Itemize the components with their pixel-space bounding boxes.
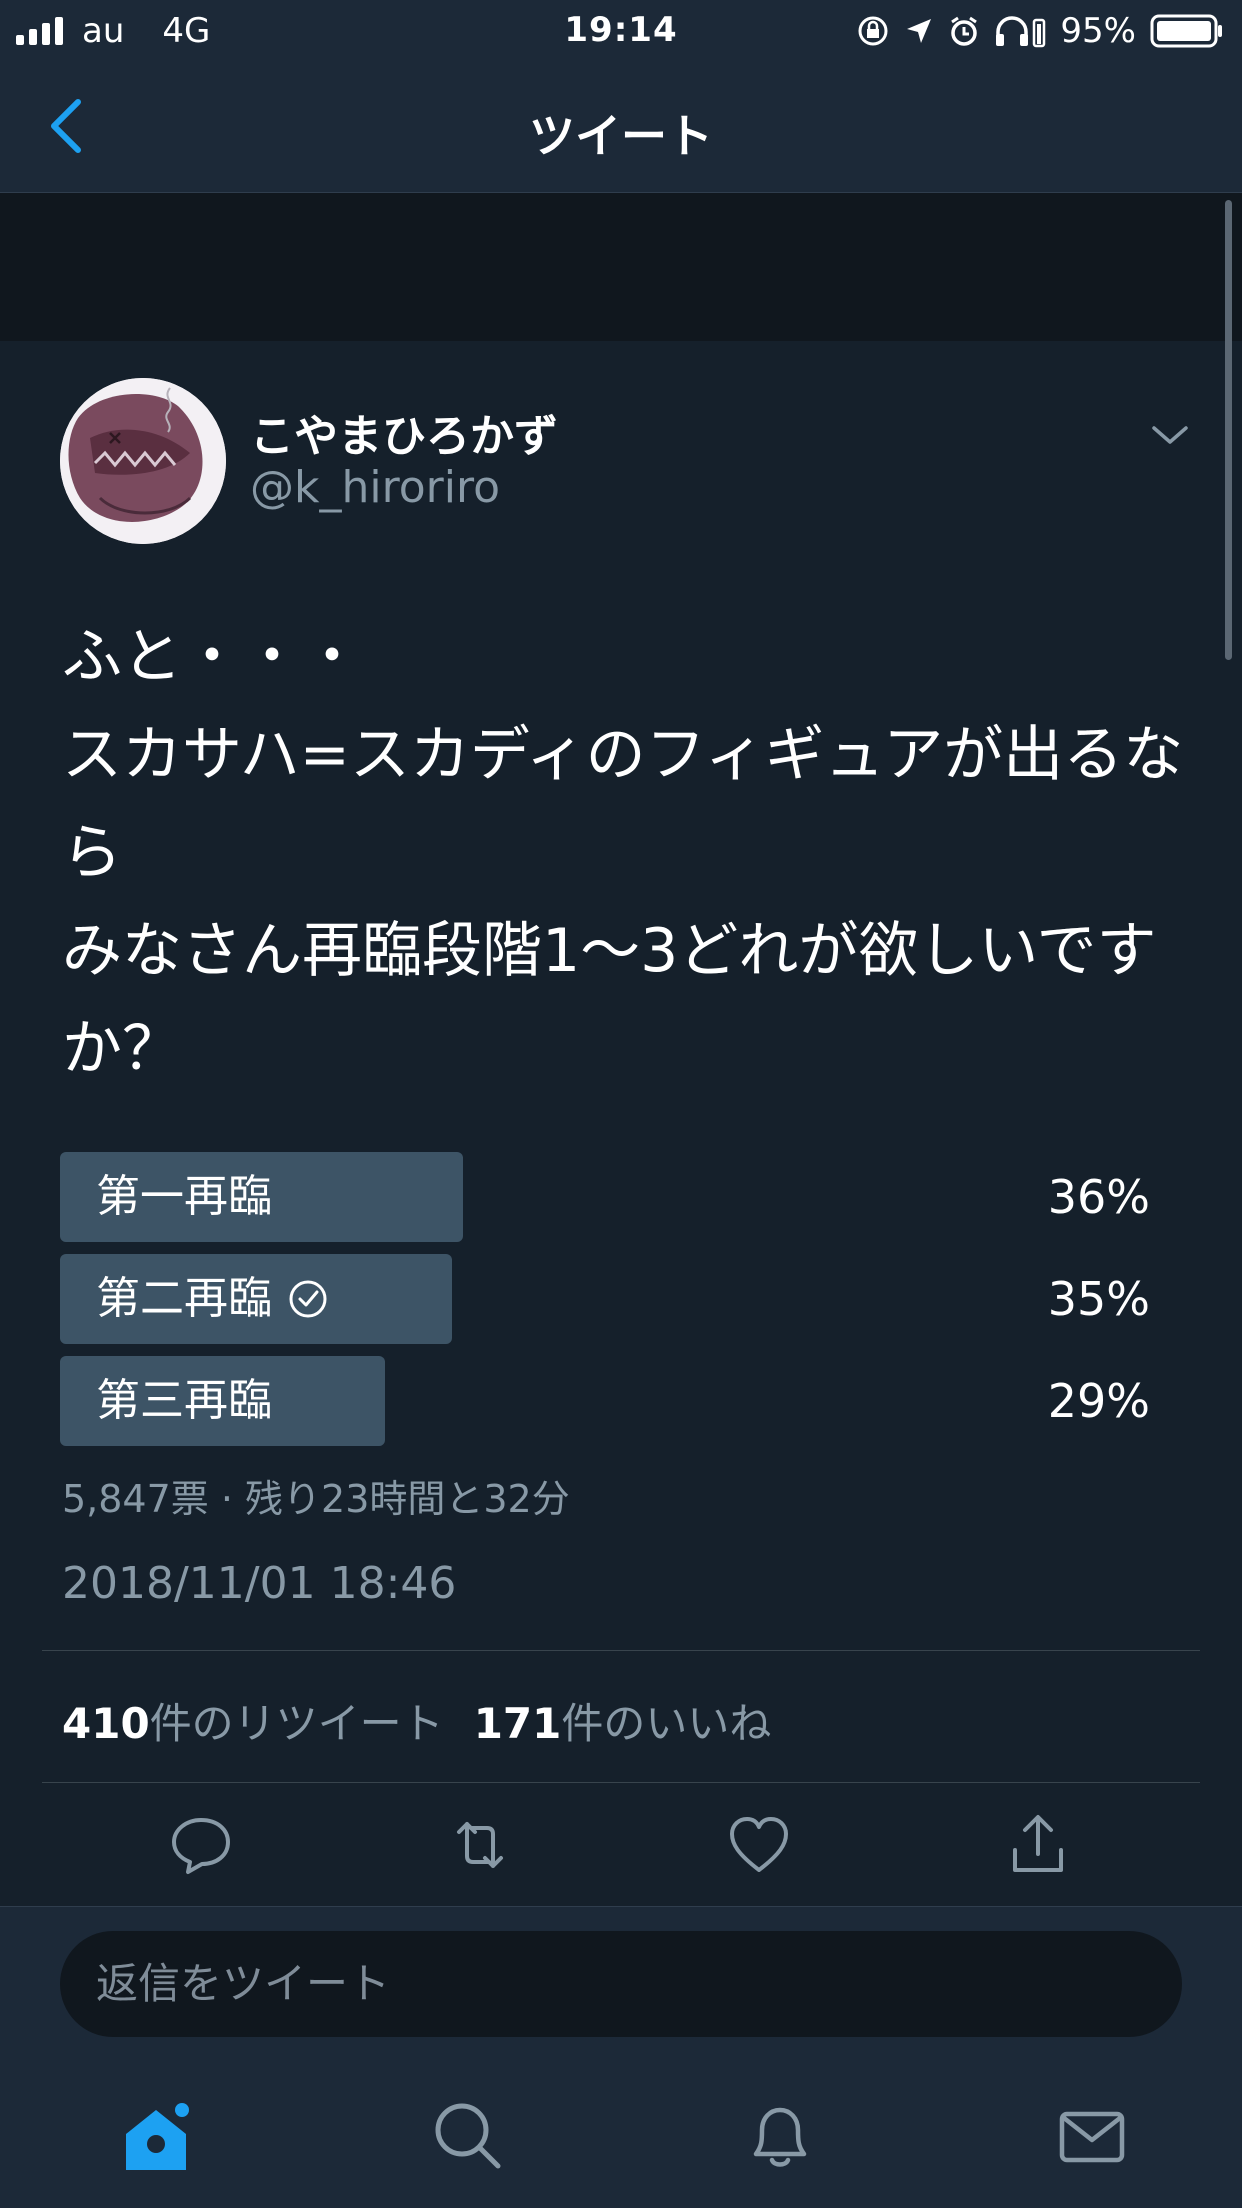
reply-placeholder: 返信をツイート: [96, 1959, 391, 2008]
status-right: 95%: [856, 10, 1224, 52]
retweets-count: 410: [62, 1699, 150, 1748]
bell-icon: [753, 2107, 807, 2167]
avatar-illustration: [60, 378, 226, 544]
user-handle[interactable]: @k_hiroriro: [250, 462, 500, 513]
tab-notifications[interactable]: [742, 2098, 818, 2174]
headphones-icon: [996, 16, 1046, 48]
poll-option: 第三再臨 29%: [60, 1356, 1150, 1446]
reply-input[interactable]: 返信をツイート: [60, 1931, 1182, 2037]
reply-composer: 返信をツイート: [0, 1906, 1242, 2067]
retweets-label: 件のリツイート: [149, 1699, 444, 1748]
tweet-stats: 410件のリツイート 171件のいいね: [62, 1690, 771, 1751]
likes-count: 171: [473, 1699, 562, 1748]
poll-percent: 29%: [1047, 1374, 1150, 1428]
poll-meta: 5,847票 · 残り23時間と32分: [62, 1477, 570, 1521]
tab-messages[interactable]: [1054, 2098, 1130, 2174]
mail-icon: [1059, 2111, 1125, 2163]
avatar[interactable]: [60, 378, 226, 544]
alarm-icon: [951, 16, 978, 46]
heart-icon: [730, 1817, 788, 1872]
likes-label: 件のいいね: [561, 1699, 772, 1748]
poll-option-label: 第一再臨: [96, 1171, 272, 1222]
likes-stat[interactable]: 171件のいいね: [474, 1690, 772, 1751]
divider: [42, 1650, 1200, 1651]
header-banner: [0, 193, 1242, 341]
tweet-timestamp: 2018/11/01 18:46: [62, 1558, 457, 1609]
location-icon: [907, 19, 932, 43]
search-icon: [435, 2103, 501, 2169]
tweet-actions: [0, 1810, 1242, 1900]
tab-search[interactable]: [430, 2098, 506, 2174]
tab-bar: [0, 2066, 1242, 2208]
share-icon: [1013, 1815, 1063, 1872]
battery-percent: 95%: [1060, 11, 1136, 51]
tweet-text: ふと・・・ スカサハ=スカディのフィギュアが出るなら みなさん再臨段階1〜3どれ…: [62, 622, 1184, 1084]
page-title: ツイート: [529, 109, 713, 163]
display-name[interactable]: こやまひろかず: [250, 400, 558, 464]
check-circle-icon: [289, 1280, 327, 1318]
scrollbar[interactable]: [1225, 200, 1232, 660]
chevron-down-icon: [1152, 426, 1188, 444]
poll-option-label: 第二再臨: [96, 1273, 272, 1324]
battery-icon: [1150, 14, 1222, 48]
divider: [42, 1782, 1200, 1783]
tab-home[interactable]: [118, 2098, 194, 2174]
retweet-icon: [457, 1822, 503, 1868]
poll-option: 第二再臨 35%: [60, 1254, 1150, 1344]
reply-icon: [172, 1818, 230, 1874]
poll-option: 第一再臨 36%: [60, 1152, 1150, 1242]
retweets-stat[interactable]: 410件のリツイート: [62, 1690, 444, 1751]
home-icon: [126, 2103, 189, 2170]
poll-option-label: 第三再臨: [96, 1375, 272, 1426]
nav-bar: ツイート: [0, 62, 1242, 193]
poll-percent: 35%: [1047, 1272, 1150, 1326]
share-button[interactable]: [1003, 1810, 1073, 1880]
reply-button[interactable]: [166, 1810, 236, 1880]
tweet-menu-button[interactable]: [1150, 420, 1190, 450]
retweet-button[interactable]: [445, 1810, 515, 1880]
orientation-lock-icon: [858, 16, 888, 46]
like-button[interactable]: [724, 1810, 794, 1880]
poll-percent: 36%: [1047, 1170, 1150, 1224]
status-bar: au 4G 19:14 95%: [0, 0, 1242, 62]
